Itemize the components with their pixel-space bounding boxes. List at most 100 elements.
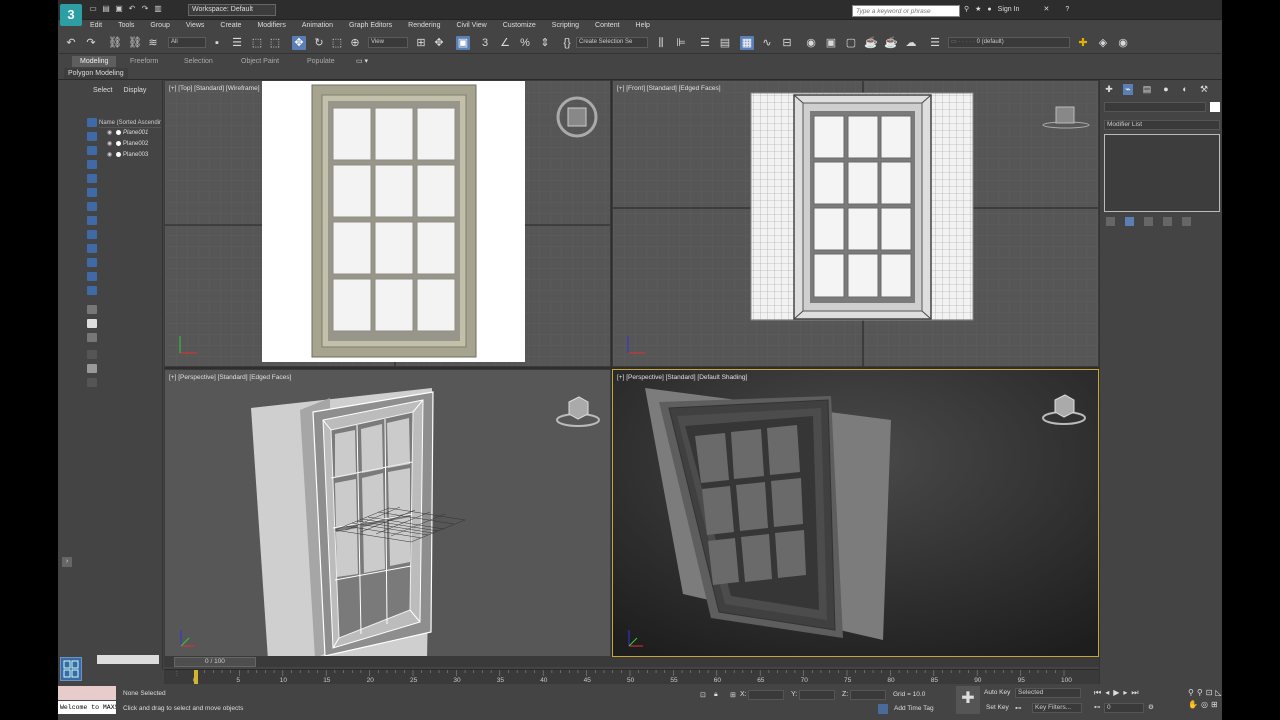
list-item[interactable]: ◉ Plane001: [107, 129, 148, 138]
app-logo-icon[interactable]: 3: [60, 4, 82, 26]
filter-cameras-icon[interactable]: [87, 160, 97, 169]
set-key-button[interactable]: Set Key: [986, 704, 1009, 711]
filter-none-icon[interactable]: [87, 319, 97, 328]
pan-icon[interactable]: ✋: [1188, 700, 1198, 709]
viewport-front[interactable]: [+] [Front] [Standard] [Edged Faces]: [612, 80, 1099, 367]
named-selection-icon[interactable]: {}: [560, 36, 574, 50]
track-key-icon[interactable]: ⫶: [176, 671, 178, 679]
viewport-label[interactable]: [+] [Perspective] [Standard] [Edged Face…: [169, 374, 291, 381]
link-icon[interactable]: ⛓: [108, 36, 122, 50]
rotate-icon[interactable]: ↻: [312, 36, 326, 50]
menu-item[interactable]: Edit: [82, 20, 110, 32]
filter-lights-icon[interactable]: [87, 146, 97, 155]
x-coordinate-field[interactable]: [748, 690, 784, 700]
viewcube-icon[interactable]: [1041, 101, 1091, 135]
viewport-perspective-shaded[interactable]: [+] [Perspective] [Standard] [Default Sh…: [612, 369, 1099, 657]
hierarchy-tab-icon[interactable]: ▤: [1142, 84, 1152, 95]
filter-containers-icon[interactable]: [87, 258, 97, 267]
maximize-viewport-icon[interactable]: ⊞: [1211, 700, 1218, 709]
a360-icon[interactable]: ☁: [904, 36, 918, 50]
selection-lock-icon[interactable]: 🔒︎: [714, 691, 718, 699]
fov-icon[interactable]: ◺: [1215, 688, 1221, 697]
list-item[interactable]: ◉ Plane002: [107, 140, 148, 149]
move-icon[interactable]: ✥: [292, 36, 306, 50]
explorer-tab-display[interactable]: Display: [123, 87, 146, 94]
zoom-icon[interactable]: ⚲: [1188, 688, 1194, 697]
filter-bones-icon[interactable]: [87, 230, 97, 239]
maxscript-welcome[interactable]: Welcome to MAXScript.: [58, 701, 116, 714]
select-by-name-icon[interactable]: ☰: [230, 36, 244, 50]
time-tag-icon[interactable]: [878, 704, 888, 714]
rect-selection-icon[interactable]: ⬚: [250, 36, 264, 50]
select-object-icon[interactable]: ▪: [210, 36, 224, 50]
ribbon-tab-populate[interactable]: Populate: [299, 56, 343, 67]
filter-spacewarps-icon[interactable]: [87, 188, 97, 197]
time-slider-thumb[interactable]: 0 / 100: [174, 657, 256, 667]
filter-groups-icon[interactable]: [87, 202, 97, 211]
redo-icon[interactable]: ↷: [140, 4, 150, 14]
curve-editor-icon[interactable]: ∿: [760, 36, 774, 50]
material-editor-icon[interactable]: ◉: [804, 36, 818, 50]
configure-sets-icon[interactable]: [1182, 217, 1191, 226]
explorer-h-scrollbar[interactable]: [97, 655, 159, 664]
menu-item[interactable]: Scripting: [544, 20, 587, 32]
track-bar[interactable]: ⫶ 05101520253035404550556065707580859095…: [164, 669, 1099, 684]
current-frame-field[interactable]: 0: [1104, 703, 1144, 713]
layer-dropdown[interactable]: ▭ · · · · · 0 (default): [948, 37, 1070, 48]
isolate-icon[interactable]: ⊡: [700, 691, 706, 699]
filter-hidden-icon[interactable]: [87, 286, 97, 295]
key-mode-dropdown[interactable]: Selected: [1015, 688, 1081, 698]
create-tab-icon[interactable]: ✚: [1104, 84, 1114, 95]
workspace-dropdown[interactable]: Workspace: Default: [188, 4, 276, 16]
filter-shapes-icon[interactable]: [87, 132, 97, 141]
select-manipulate-icon[interactable]: ✥: [432, 36, 446, 50]
viewcube-icon[interactable]: [555, 95, 599, 139]
selection-filter-dropdown[interactable]: All: [168, 37, 206, 48]
pivot-icon[interactable]: ⊞: [414, 36, 428, 50]
viewport-label[interactable]: [+] [Perspective] [Standard] [Default Sh…: [617, 374, 747, 381]
spinner-snap-icon[interactable]: ⇕: [538, 36, 552, 50]
keyboard-shortcut-icon[interactable]: ▣: [456, 36, 470, 50]
manage-layers-icon[interactable]: ☰: [928, 36, 942, 50]
play-icon[interactable]: ▶: [1113, 688, 1119, 698]
modify-tab-icon[interactable]: ⌁: [1123, 84, 1133, 95]
menu-item[interactable]: Tools: [110, 20, 142, 32]
time-config-icon[interactable]: ⚙: [1148, 703, 1154, 711]
open-file-icon[interactable]: ▤: [101, 4, 111, 14]
explorer-tab-select[interactable]: Select: [93, 87, 112, 94]
undo-icon[interactable]: ↶: [64, 36, 78, 50]
set-key-big-icon[interactable]: ✚: [956, 686, 980, 714]
window-crossing-icon[interactable]: ⬚: [268, 36, 282, 50]
filter-helpers-icon[interactable]: [87, 174, 97, 183]
funnel-icon[interactable]: [87, 350, 97, 359]
menu-item[interactable]: Modifiers: [249, 20, 293, 32]
ribbon-tab-modeling[interactable]: Modeling: [72, 56, 117, 67]
ribbon-options-icon[interactable]: ▭ ▾: [348, 56, 376, 67]
ribbon-tab-freeform[interactable]: Freeform: [122, 56, 166, 67]
menu-item[interactable]: Create: [212, 20, 249, 32]
toggle-ribbon-icon[interactable]: ▤: [718, 36, 732, 50]
time-slider[interactable]: 0 / 100: [164, 657, 1099, 667]
filter-funnel-icon[interactable]: [87, 364, 97, 373]
redo-icon[interactable]: ↷: [84, 36, 98, 50]
viewport-label[interactable]: [+] [Top] [Standard] [Wireframe]: [169, 85, 260, 92]
add-layer-icon[interactable]: ✚: [1076, 36, 1090, 50]
help-button[interactable]: ?: [1065, 6, 1069, 13]
menu-item[interactable]: Civil View: [448, 20, 494, 32]
visibility-eye-icon[interactable]: ◉: [107, 129, 114, 138]
remove-modifier-icon[interactable]: [1163, 217, 1172, 226]
selection-set-dropdown[interactable]: Create Selection Se: [576, 37, 648, 48]
filter-invert-icon[interactable]: [87, 333, 97, 342]
zoom-all-icon[interactable]: ⚲: [1197, 688, 1203, 697]
absolute-mode-icon[interactable]: ⊞: [730, 691, 736, 699]
menu-item[interactable]: Group: [142, 20, 177, 32]
unlink-icon[interactable]: ⛓: [128, 36, 142, 50]
go-to-end-icon[interactable]: ⏭: [1131, 688, 1138, 698]
orbit-icon[interactable]: ◎: [1201, 700, 1208, 709]
viewport-top[interactable]: [+] [Top] [Standard] [Wireframe]: [164, 80, 611, 367]
current-frame-marker[interactable]: [194, 670, 198, 684]
menu-item[interactable]: Help: [628, 20, 658, 32]
layer-props-icon[interactable]: ◉: [1116, 36, 1130, 50]
schematic-view-icon[interactable]: ⊟: [780, 36, 794, 50]
visibility-eye-icon[interactable]: ◉: [107, 140, 114, 149]
